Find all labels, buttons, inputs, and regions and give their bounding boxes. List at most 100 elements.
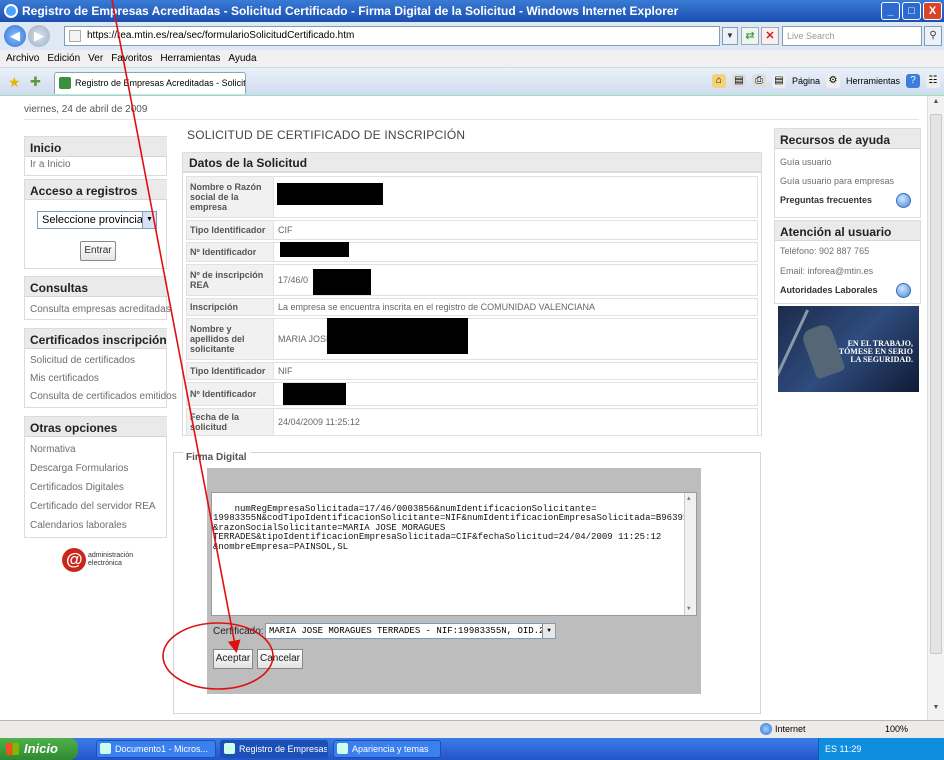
logo-text: administración electrónica [88,552,133,568]
menu-favoritos[interactable]: Favoritos [111,53,152,64]
scroll-thumb[interactable] [930,114,942,654]
field-value [274,383,757,405]
field-label: Fecha de la solicitud [187,409,274,435]
field-label: Tipo Identificador [187,221,274,239]
scroll-up-icon[interactable]: ▲ [930,98,942,112]
search-input[interactable]: Live Search [782,26,922,46]
link-ir-a-inicio[interactable]: Ir a Inicio [30,159,71,170]
security-zone: Internet [760,723,806,735]
menu-edicion[interactable]: Edición [47,53,80,64]
info-icon[interactable] [896,193,911,208]
cancelar-button[interactable]: Cancelar [257,649,303,669]
link-preguntas-frecuentes[interactable]: Preguntas frecuentes [780,195,872,205]
field-label: Nº Identificador [187,243,274,261]
address-url: https://rea.mtin.es/rea/sec/formularioSo… [87,30,355,41]
tab-registro[interactable]: Registro de Empresas Acreditadas - Solic… [54,72,246,94]
tools-menu-button[interactable]: Herramientas [846,76,900,86]
research-icon[interactable]: ☷ [926,74,940,88]
atencion-heading: Atención al usuario [775,221,920,241]
control-panel-icon [337,743,348,754]
row-num-identificador-solicitante: Nº Identificador [186,382,758,406]
field-value: La empresa se encuentra inscrita en el r… [278,302,595,312]
consultas-heading: Consultas [25,277,167,297]
link-guia-usuario[interactable]: Guía usuario [780,157,832,167]
textarea-scrollbar[interactable] [684,493,696,615]
redaction-box [313,269,371,295]
taskbar-item-word[interactable]: Documento1 - Micros... [96,740,216,758]
link-calendarios-laborales[interactable]: Calendarios laborales [30,520,127,531]
feeds-icon[interactable]: ▤ [731,74,746,88]
refresh-icon[interactable]: ⇄ [741,27,759,45]
link-mis-certificados[interactable]: Mis certificados [30,373,99,384]
link-descarga-formularios[interactable]: Descarga Formularios [30,463,128,474]
minimize-button[interactable]: _ [881,2,900,20]
zoom-level[interactable]: 100% [885,724,908,734]
forward-button[interactable]: ▶ [28,25,50,47]
page-scrollbar[interactable]: ▲ ▼ [927,96,944,720]
menu-ayuda[interactable]: Ayuda [228,53,256,64]
menu-ver[interactable]: Ver [88,53,103,64]
add-favorites-icon[interactable]: ✚ [30,74,41,90]
field-label: Nº de inscripción REA [187,265,274,295]
entrar-button[interactable]: Entrar [80,241,116,261]
page-content: viernes, 24 de abril de 2009 Inicio Ir a… [0,96,944,720]
menu-herramientas[interactable]: Herramientas [160,53,220,64]
menu-bar: Archivo Edición Ver Favoritos Herramient… [0,50,944,68]
start-button[interactable]: Inicio [0,738,78,760]
certificados-heading: Certificados inscripción [25,329,167,349]
safety-banner[interactable]: EN EL TRABAJO, TÓMESE EN SERIO LA SEGURI… [778,306,919,392]
link-consulta-empresas[interactable]: Consulta empresas acreditadas [30,304,171,315]
stop-icon[interactable]: ✕ [761,27,779,45]
acceso-heading: Acceso a registros [25,180,167,200]
page-menu-button[interactable]: Página [792,76,820,86]
windows-flag-icon [6,743,19,755]
search-icon[interactable]: ⚲ [924,26,942,46]
home-icon[interactable]: ⌂ [711,74,726,88]
administracion-electronica-logo[interactable]: @ administración electrónica [62,548,133,572]
field-label: Tipo Identificador [187,363,274,379]
back-button[interactable]: ◀ [4,25,26,47]
address-dropdown-button[interactable]: ▼ [722,27,738,45]
certificado-select[interactable]: MARIA JOSE MORAGUES TERRADES - NIF:19983… [265,623,556,639]
internet-explorer-icon [4,4,18,18]
field-label: Nombre y apellidos del solicitante [187,319,274,359]
province-select-value: Seleccione provincia [42,214,143,226]
certificado-label: Certificado: [213,626,264,637]
help-menu-icon[interactable]: ? [906,74,920,88]
close-button[interactable]: X [923,2,942,20]
redaction-box [283,383,346,405]
banner-text: EN EL TRABAJO, TÓMESE EN SERIO LA SEGURI… [839,340,913,364]
redaction-box [277,183,383,205]
signature-data-textarea[interactable]: numRegEmpresaSolicitada=17/46/0003856&nu… [211,492,697,616]
taskbar-item-ie[interactable]: Registro de Empresas... [220,740,328,758]
taskbar-item-apariencia[interactable]: Apariencia y temas [333,740,441,758]
chevron-down-icon: ▼ [542,624,555,638]
page-favicon-icon [59,77,71,89]
maximize-button[interactable]: □ [902,2,921,20]
scroll-down-icon[interactable]: ▼ [930,704,942,718]
link-guia-empresas[interactable]: Guía usuario para empresas [780,176,894,186]
certificado-select-value: MARIA JOSE MORAGUES TERRADES - NIF:19983… [269,626,545,636]
address-input[interactable]: https://rea.mtin.es/rea/sec/formularioSo… [64,26,720,46]
favorites-star-icon[interactable]: ★ [8,74,21,91]
banner-pole [778,309,810,389]
redaction-box [280,242,349,257]
window-controls: _ □ X [881,2,942,20]
window-title-bar[interactable]: Registro de Empresas Acreditadas - Solic… [0,0,944,22]
province-select[interactable]: Seleccione provincia ▼ [37,211,157,229]
link-consulta-certificados[interactable]: Consulta de certificados emitidos [30,391,177,402]
link-solicitud-certificados[interactable]: Solicitud de certificados [30,355,135,366]
print-icon[interactable]: ⎙ [751,74,766,88]
at-logo-icon: @ [62,548,86,572]
info-icon[interactable] [896,283,911,298]
link-autoridades-laborales[interactable]: Autoridades Laborales [780,285,878,295]
link-certificado-servidor[interactable]: Certificado del servidor REA [30,501,156,512]
task-label: Documento1 - Micros... [115,744,209,754]
menu-archivo[interactable]: Archivo [6,53,39,64]
task-label: Apariencia y temas [352,744,429,754]
link-normativa[interactable]: Normativa [30,444,76,455]
email-link[interactable]: Email: inforea@mtin.es [780,266,873,276]
aceptar-button[interactable]: Aceptar [213,649,253,669]
page-menu-icon: ▤ [771,74,786,88]
link-certificados-digitales[interactable]: Certificados Digitales [30,482,124,493]
